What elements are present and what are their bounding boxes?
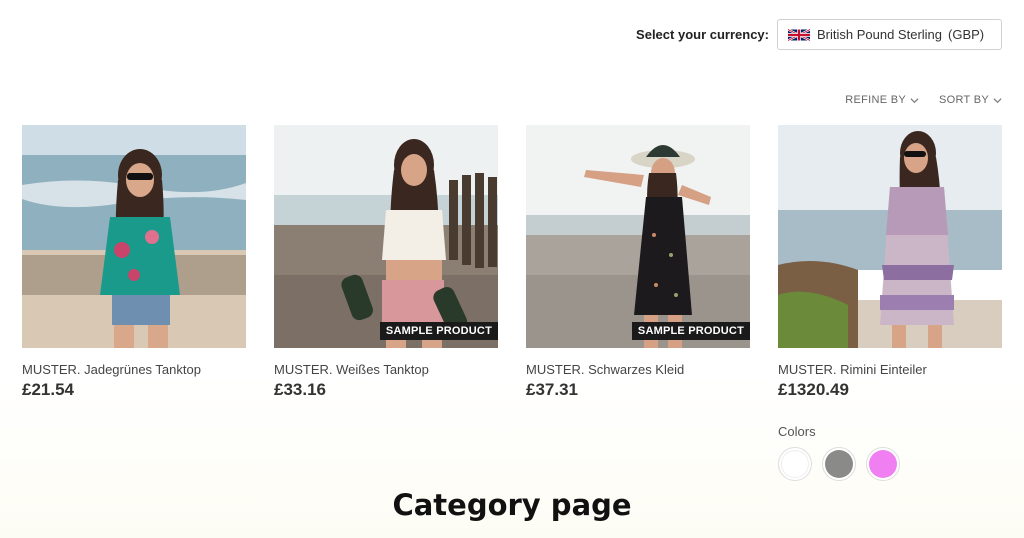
chevron-down-icon [993, 96, 1002, 105]
currency-name: British Pound Sterling [817, 27, 943, 42]
color-swatch-white[interactable] [778, 447, 812, 481]
product-image[interactable] [22, 125, 246, 348]
swatch-fill [825, 450, 853, 478]
product-name[interactable]: MUSTER. Schwarzes Kleid [526, 362, 750, 377]
filter-bar: REFINE BY SORT BY [845, 94, 1002, 106]
currency-code: (GBP) [948, 27, 985, 42]
product-price: £21.54 [22, 380, 74, 399]
currency-label: Select your currency: [636, 27, 769, 42]
product-name[interactable]: MUSTER. Jadegrünes Tanktop [22, 362, 246, 377]
product-name[interactable]: MUSTER. Rimini Einteiler [778, 362, 1002, 377]
colors-label: Colors [778, 424, 816, 439]
product-name[interactable]: MUSTER. Weißes Tanktop [274, 362, 498, 377]
sample-product-badge: SAMPLE PRODUCT [631, 322, 750, 340]
product-price: £1320.49 [778, 380, 849, 399]
product-card[interactable]: SAMPLE PRODUCT MUSTER. Schwarzes Kleid £… [526, 125, 750, 481]
currency-selector-row: Select your currency: British Pound Ster… [636, 19, 1002, 50]
color-swatch-grey[interactable] [822, 447, 856, 481]
product-grid: MUSTER. Jadegrünes Tanktop £21.54 SAMPLE… [22, 125, 1002, 481]
refine-by-label: REFINE BY [845, 94, 906, 106]
product-price: £33.16 [274, 380, 326, 399]
product-card[interactable]: MUSTER. Rimini Einteiler £1320.49 Colors [778, 125, 1002, 481]
color-swatch-pink[interactable] [866, 447, 900, 481]
sample-product-badge: SAMPLE PRODUCT [379, 322, 498, 340]
product-card[interactable]: SAMPLE PRODUCT MUSTER. Weißes Tanktop £3… [274, 125, 498, 481]
product-image[interactable]: SAMPLE PRODUCT [274, 125, 498, 348]
color-swatches [778, 447, 1002, 481]
swatch-fill [869, 450, 897, 478]
chevron-down-icon [910, 96, 919, 105]
product-card[interactable]: MUSTER. Jadegrünes Tanktop £21.54 [22, 125, 246, 481]
product-image[interactable]: SAMPLE PRODUCT [526, 125, 750, 348]
refine-by-button[interactable]: REFINE BY [845, 94, 919, 106]
sort-by-button[interactable]: SORT BY [939, 94, 1002, 106]
page-caption: Category page [392, 488, 632, 522]
product-image[interactable] [778, 125, 1002, 348]
uk-flag-icon [787, 28, 811, 42]
product-price: £37.31 [526, 380, 578, 399]
sort-by-label: SORT BY [939, 94, 989, 106]
currency-dropdown[interactable]: British Pound Sterling (GBP) [777, 19, 1002, 50]
swatch-fill [781, 450, 809, 478]
